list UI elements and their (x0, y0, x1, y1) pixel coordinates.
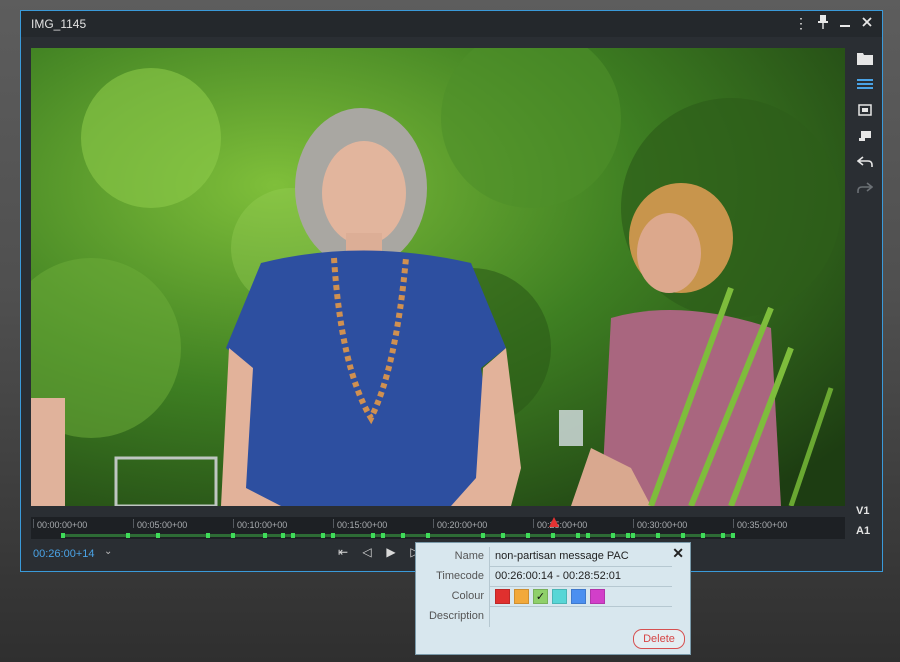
timeline-tick (733, 519, 734, 528)
marker[interactable] (381, 533, 385, 538)
video-preview[interactable] (31, 48, 845, 506)
current-timecode[interactable]: 00:26:00+14 (33, 548, 94, 560)
timeline-tick-label: 00:10:00+00 (237, 520, 288, 530)
minimize-icon[interactable] (838, 15, 852, 32)
marker[interactable] (206, 533, 210, 538)
marker[interactable] (321, 533, 325, 538)
delete-button[interactable]: Delete (633, 629, 685, 649)
timeline-tick-label: 00:15:00+00 (337, 520, 388, 530)
folder-icon[interactable] (855, 48, 875, 68)
marker[interactable] (656, 533, 660, 538)
marker-timecode-row: Timecode 00:26:00:14 - 00:28:52:01 (416, 567, 690, 587)
chevron-down-icon[interactable]: ⌄ (104, 546, 112, 557)
marker[interactable] (551, 533, 555, 538)
close-icon[interactable] (860, 15, 874, 32)
timeline-ruler[interactable]: 00:00:00+00 00:05:00+00 00:10:00+00 00:15:0… (31, 517, 845, 533)
marker-track[interactable] (31, 533, 845, 538)
undo-icon[interactable] (855, 152, 875, 172)
description-label: Description (428, 610, 484, 622)
window-title: IMG_1145 (31, 17, 87, 31)
colour-swatch[interactable] (514, 589, 529, 604)
marker[interactable] (481, 533, 485, 538)
marker[interactable] (501, 533, 505, 538)
marker[interactable] (61, 533, 65, 538)
marker[interactable] (631, 533, 635, 538)
marker[interactable] (701, 533, 705, 538)
timeline-tick (633, 519, 634, 528)
colour-swatch[interactable] (552, 589, 567, 604)
marker[interactable] (281, 533, 285, 538)
name-label: Name (454, 550, 484, 562)
step-back-icon[interactable]: ◁ (360, 545, 374, 559)
marker[interactable] (586, 533, 590, 538)
marker[interactable] (126, 533, 130, 538)
colour-swatch[interactable]: ✓ (533, 589, 548, 604)
more-vertical-icon[interactable]: ⋮ (794, 15, 808, 32)
timeline-tick (133, 519, 134, 528)
track-label-video[interactable]: V1 (856, 501, 870, 521)
marker[interactable] (156, 533, 160, 538)
marker[interactable] (371, 533, 375, 538)
timeline[interactable]: 00:00:00+00 00:05:00+00 00:10:00+00 00:15:0… (31, 517, 845, 539)
go-to-start-icon[interactable]: ⇤ (336, 545, 350, 559)
marker-name-row: Name non-partisan message PAC (416, 547, 690, 567)
marker[interactable] (721, 533, 725, 538)
timecode-value: 00:26:00:14 - 00:28:52:01 (495, 570, 621, 582)
marker[interactable] (401, 533, 405, 538)
list-icon[interactable] (855, 74, 875, 94)
timeline-tick (433, 519, 434, 528)
mark-in-icon[interactable] (855, 100, 875, 120)
name-field[interactable]: non-partisan message PAC (495, 550, 629, 562)
colour-label: Colour (451, 590, 484, 602)
mark-out-icon[interactable] (855, 126, 875, 146)
marker[interactable] (526, 533, 530, 538)
timeline-tick-label: 00:25:00+00 (537, 520, 588, 530)
marker[interactable] (231, 533, 235, 538)
timeline-tick-label: 00:35:00+00 (737, 520, 788, 530)
marker[interactable] (611, 533, 615, 538)
colour-swatch[interactable] (590, 589, 605, 604)
timeline-tick-label: 00:00:00+00 (37, 520, 88, 530)
colour-swatch[interactable] (571, 589, 586, 604)
marker[interactable] (291, 533, 295, 538)
marker[interactable] (681, 533, 685, 538)
playhead[interactable] (549, 517, 559, 527)
pin-icon[interactable] (816, 15, 830, 32)
redo-icon[interactable] (855, 178, 875, 198)
track-labels: V1 A1 (856, 501, 870, 541)
marker-colour-row: Colour ✓ (416, 587, 690, 607)
marker[interactable] (426, 533, 430, 538)
marker[interactable] (626, 533, 630, 538)
viewer-window: IMG_1145 ⋮ V1 A1 00:00:00+00 00:05:00+00… (20, 10, 883, 572)
timeline-tick-label: 00:05:00+00 (137, 520, 188, 530)
timecode-label: Timecode (436, 570, 484, 582)
play-icon[interactable]: ▶ (384, 545, 398, 559)
timeline-tick (233, 519, 234, 528)
colour-swatch[interactable] (495, 589, 510, 604)
timeline-tick (333, 519, 334, 528)
track-label-audio[interactable]: A1 (856, 521, 870, 541)
sidebar-toolbar (853, 48, 877, 204)
marker[interactable] (576, 533, 580, 538)
marker-description-row: Description (416, 607, 690, 627)
timeline-tick-label: 00:30:00+00 (637, 520, 688, 530)
timeline-tick (33, 519, 34, 528)
marker[interactable] (263, 533, 267, 538)
title-bar: IMG_1145 ⋮ (21, 11, 882, 37)
colour-swatches: ✓ (495, 589, 605, 604)
marker-popup: ✕ Name non-partisan message PAC Timecode… (415, 542, 691, 655)
timeline-tick-label: 00:20:00+00 (437, 520, 488, 530)
marker[interactable] (331, 533, 335, 538)
marker[interactable] (731, 533, 735, 538)
timeline-tick (533, 519, 534, 528)
